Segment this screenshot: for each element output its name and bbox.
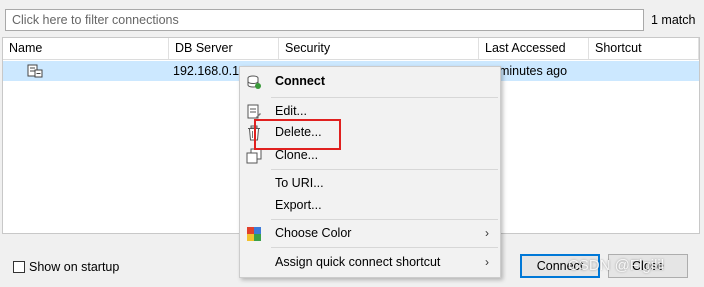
menu-item-export[interactable]: Export...: [242, 195, 499, 216]
show-on-startup-option[interactable]: Show on startup: [13, 260, 119, 274]
table-header: Name DB Server Security Last Accessed Sh…: [3, 38, 699, 60]
filter-bar: 1 match: [5, 9, 695, 31]
menu-separator: [271, 219, 498, 220]
filter-input[interactable]: [5, 9, 644, 31]
column-header-last-accessed[interactable]: Last Accessed: [479, 38, 589, 59]
watermark: CSDN @Flgilil: [568, 257, 665, 274]
menu-item-assign-shortcut[interactable]: Assign quick connect shortcut ›: [242, 252, 499, 273]
menu-item-choose-color[interactable]: Choose Color ›: [242, 223, 499, 244]
column-header-shortcut[interactable]: Shortcut: [589, 38, 699, 59]
database-connect-icon: [246, 74, 262, 90]
show-on-startup-checkbox[interactable]: [13, 261, 25, 273]
edit-document-icon: [246, 104, 262, 120]
menu-item-to-uri[interactable]: To URI...: [242, 173, 499, 194]
context-menu: Connect Edit... Delete... Clone... To UR…: [239, 66, 501, 278]
chevron-right-icon: ›: [485, 226, 489, 240]
color-palette-icon: [246, 226, 262, 242]
column-header-name[interactable]: Name: [3, 38, 169, 59]
highlight-annotation: [254, 119, 341, 150]
database-icon: [27, 64, 43, 78]
menu-separator: [271, 169, 498, 170]
column-header-db-server[interactable]: DB Server: [169, 38, 279, 59]
show-on-startup-label: Show on startup: [29, 260, 120, 274]
menu-item-connect[interactable]: Connect: [242, 71, 499, 92]
menu-separator: [271, 97, 498, 98]
match-count: 1 match: [651, 13, 696, 27]
column-header-security[interactable]: Security: [279, 38, 479, 59]
chevron-right-icon: ›: [485, 255, 489, 269]
menu-separator: [271, 247, 498, 248]
clone-icon: [246, 148, 262, 164]
